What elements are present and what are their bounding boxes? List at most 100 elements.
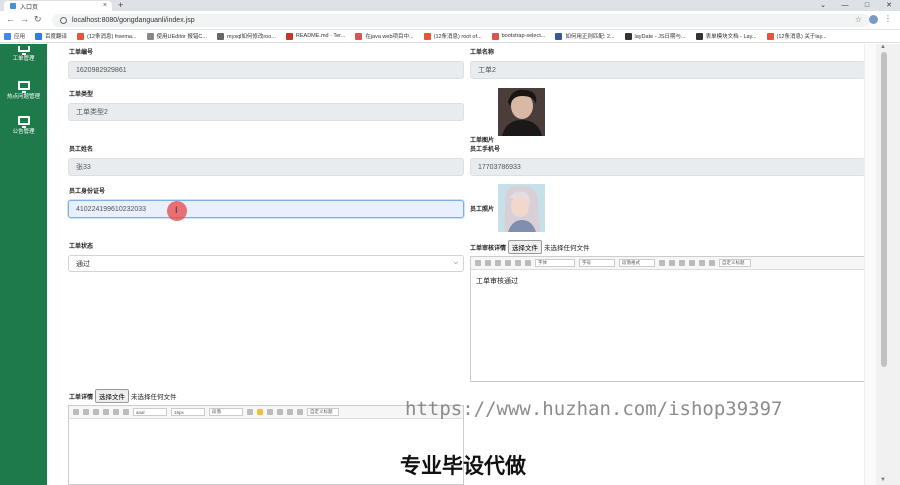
sidebar-item-notices[interactable]: 公告管理 — [0, 116, 47, 135]
minimize-icon[interactable]: — — [834, 0, 856, 11]
bookmarks-bar: 应用 百度翻译 (12条消息) freema... 使用UEditor 报错C... m… — [0, 30, 900, 43]
scroll-up-icon[interactable]: ▲ — [880, 44, 886, 50]
hr-icon[interactable] — [515, 260, 521, 266]
font-size-select[interactable]: 字号 — [579, 259, 615, 267]
underline-icon[interactable] — [103, 409, 109, 415]
align-center-icon[interactable] — [679, 260, 685, 266]
profile-avatar[interactable] — [869, 15, 878, 24]
align-right-icon[interactable] — [277, 409, 283, 415]
detail-choose-file-button[interactable]: 选择文件 — [95, 389, 130, 403]
url-input[interactable]: localhost:8080/gongdanguanli/index.jsp — [52, 14, 870, 27]
bookmark-item[interactable]: 表单模块文档 - Lay... — [695, 32, 757, 40]
bookmark-label: README.md · Ter... — [295, 33, 346, 39]
bookmark-item[interactable]: README.md · Ter... — [285, 32, 346, 40]
bookmark-label: 表单模块文档 - Lay... — [705, 34, 757, 40]
justify-icon[interactable] — [287, 409, 293, 415]
bookmark-item[interactable]: (12条消息) root of... — [423, 32, 482, 40]
site-info-icon[interactable] — [60, 17, 67, 24]
bold-icon[interactable] — [83, 409, 89, 415]
status-value: 通过 — [76, 260, 90, 268]
paragraph-select[interactable]: 段落格式 — [619, 259, 655, 267]
staff-phone-field[interactable]: 17703786933 — [470, 158, 865, 176]
review-file-status: 未选择任何文件 — [544, 245, 590, 252]
bookmark-item[interactable]: (12条消息) freema... — [77, 32, 137, 40]
align-right-icon[interactable] — [689, 260, 695, 266]
sidebar-item-label: 热点问题管理 — [6, 94, 40, 100]
italic-icon[interactable] — [93, 409, 99, 415]
url-text: localhost:8080/gongdanguanli/index.jsp — [72, 17, 195, 24]
staff-id-value: 410224199610232033 — [76, 205, 147, 213]
bookmark-label: (12条消息) 关于lay... — [776, 34, 827, 40]
bookmark-star-icon[interactable]: ☆ — [855, 15, 862, 24]
tab-search-icon[interactable]: ⌄ — [812, 0, 834, 11]
tab-close-icon[interactable]: × — [103, 2, 107, 9]
new-tab-icon[interactable]: + — [118, 0, 123, 10]
custom-title-select[interactable]: 自定义标题 — [719, 259, 751, 267]
close-window-icon[interactable]: ✕ — [878, 0, 900, 11]
order-no-field[interactable]: 1620982929861 — [68, 61, 464, 79]
undo-icon[interactable] — [475, 260, 481, 266]
sidebar-item-orders[interactable]: 工单管理 — [0, 46, 47, 62]
tab-favicon-icon — [10, 3, 16, 9]
align-left-icon[interactable] — [257, 409, 263, 415]
bookmark-item[interactable]: 百度翻译 — [35, 32, 67, 40]
review-editor[interactable]: 字体 字号 段落格式 自定义标题 工单审核通过 — [470, 256, 865, 382]
browser-menu-icon[interactable]: ⋮ — [884, 14, 892, 23]
staff-name-field[interactable]: 张33 — [68, 158, 464, 176]
italic-icon[interactable] — [495, 260, 501, 266]
review-choose-file-button[interactable]: 选择文件 — [508, 240, 543, 254]
status-select[interactable]: 通过 ⌵ — [68, 255, 464, 272]
bookmark-item[interactable]: mysql如何修改roo... — [216, 32, 276, 40]
font-family-select[interactable]: 字体 — [535, 259, 575, 267]
bookmark-favicon-icon — [4, 32, 11, 40]
order-name-field[interactable]: 工单2 — [470, 61, 865, 79]
order-type-field[interactable]: 工单类型2 — [68, 103, 464, 121]
bookmark-item[interactable]: 在java web项目中... — [355, 32, 414, 40]
browser-tab[interactable]: 入口页 × — [4, 1, 112, 11]
bookmark-label: (12条消息) root of... — [433, 34, 482, 40]
back-icon[interactable]: ← — [6, 14, 15, 24]
font-color-icon[interactable] — [709, 260, 715, 266]
forward-icon[interactable]: → — [20, 14, 29, 24]
detail-file-row: 工单详情 选择文件 未选择任何文件 — [69, 389, 177, 403]
bookmark-item[interactable]: layDate - JS日期与... — [624, 32, 686, 40]
review-editor-content[interactable]: 工单审核通过 — [471, 270, 864, 292]
scroll-down-icon[interactable]: ▼ — [880, 477, 886, 483]
staff-phone-label: 员工手机号 — [470, 147, 501, 153]
paragraph-select[interactable]: 段落 — [209, 408, 243, 416]
bookmark-item[interactable]: (12条消息) 关于lay... — [766, 32, 827, 40]
staff-phone-value: 17703786933 — [478, 163, 521, 171]
chevron-down-icon: ⌵ — [453, 260, 458, 266]
bookmark-label: 使用UEditor 报错C... — [156, 34, 207, 40]
font-size-select[interactable]: 16px — [171, 408, 205, 416]
page-scrollbar[interactable]: ▲ ▼ — [876, 44, 900, 485]
order-image — [498, 88, 545, 136]
bold-icon[interactable] — [485, 260, 491, 266]
scrollbar-thumb[interactable] — [881, 52, 887, 367]
staff-id-input[interactable]: 410224199610232033 — [68, 200, 464, 218]
table-icon[interactable] — [659, 260, 665, 266]
align-center-icon[interactable] — [267, 409, 273, 415]
reload-icon[interactable]: ↻ — [34, 14, 42, 25]
table-icon[interactable] — [247, 409, 253, 415]
browser-tab-bar: 入口页 × + ⌄ — □ ✕ — [0, 0, 900, 11]
staff-photo — [498, 184, 545, 232]
hr-icon[interactable] — [113, 409, 119, 415]
custom-title-select[interactable]: 自定义标题 — [307, 408, 339, 416]
bookmark-favicon-icon — [146, 32, 154, 40]
font-family-select[interactable]: arial — [133, 408, 167, 416]
bookmark-item[interactable]: bootstrap-select... — [491, 32, 545, 40]
sidebar-item-hot-issues[interactable]: 热点问题管理 — [0, 81, 47, 100]
page-gutter — [864, 44, 876, 485]
bookmark-item[interactable]: 应用 — [4, 32, 25, 40]
bookmark-item[interactable]: 使用UEditor 报错C... — [146, 32, 207, 40]
maximize-icon[interactable]: □ — [856, 0, 878, 11]
justify-icon[interactable] — [699, 260, 705, 266]
clear-format-icon[interactable] — [123, 409, 129, 415]
align-left-icon[interactable] — [669, 260, 675, 266]
clear-format-icon[interactable] — [525, 260, 531, 266]
underline-icon[interactable] — [505, 260, 511, 266]
font-color-icon[interactable] — [297, 409, 303, 415]
bookmark-item[interactable]: 如何用正则匹配: 2... — [555, 32, 615, 40]
undo-icon[interactable] — [73, 409, 79, 415]
